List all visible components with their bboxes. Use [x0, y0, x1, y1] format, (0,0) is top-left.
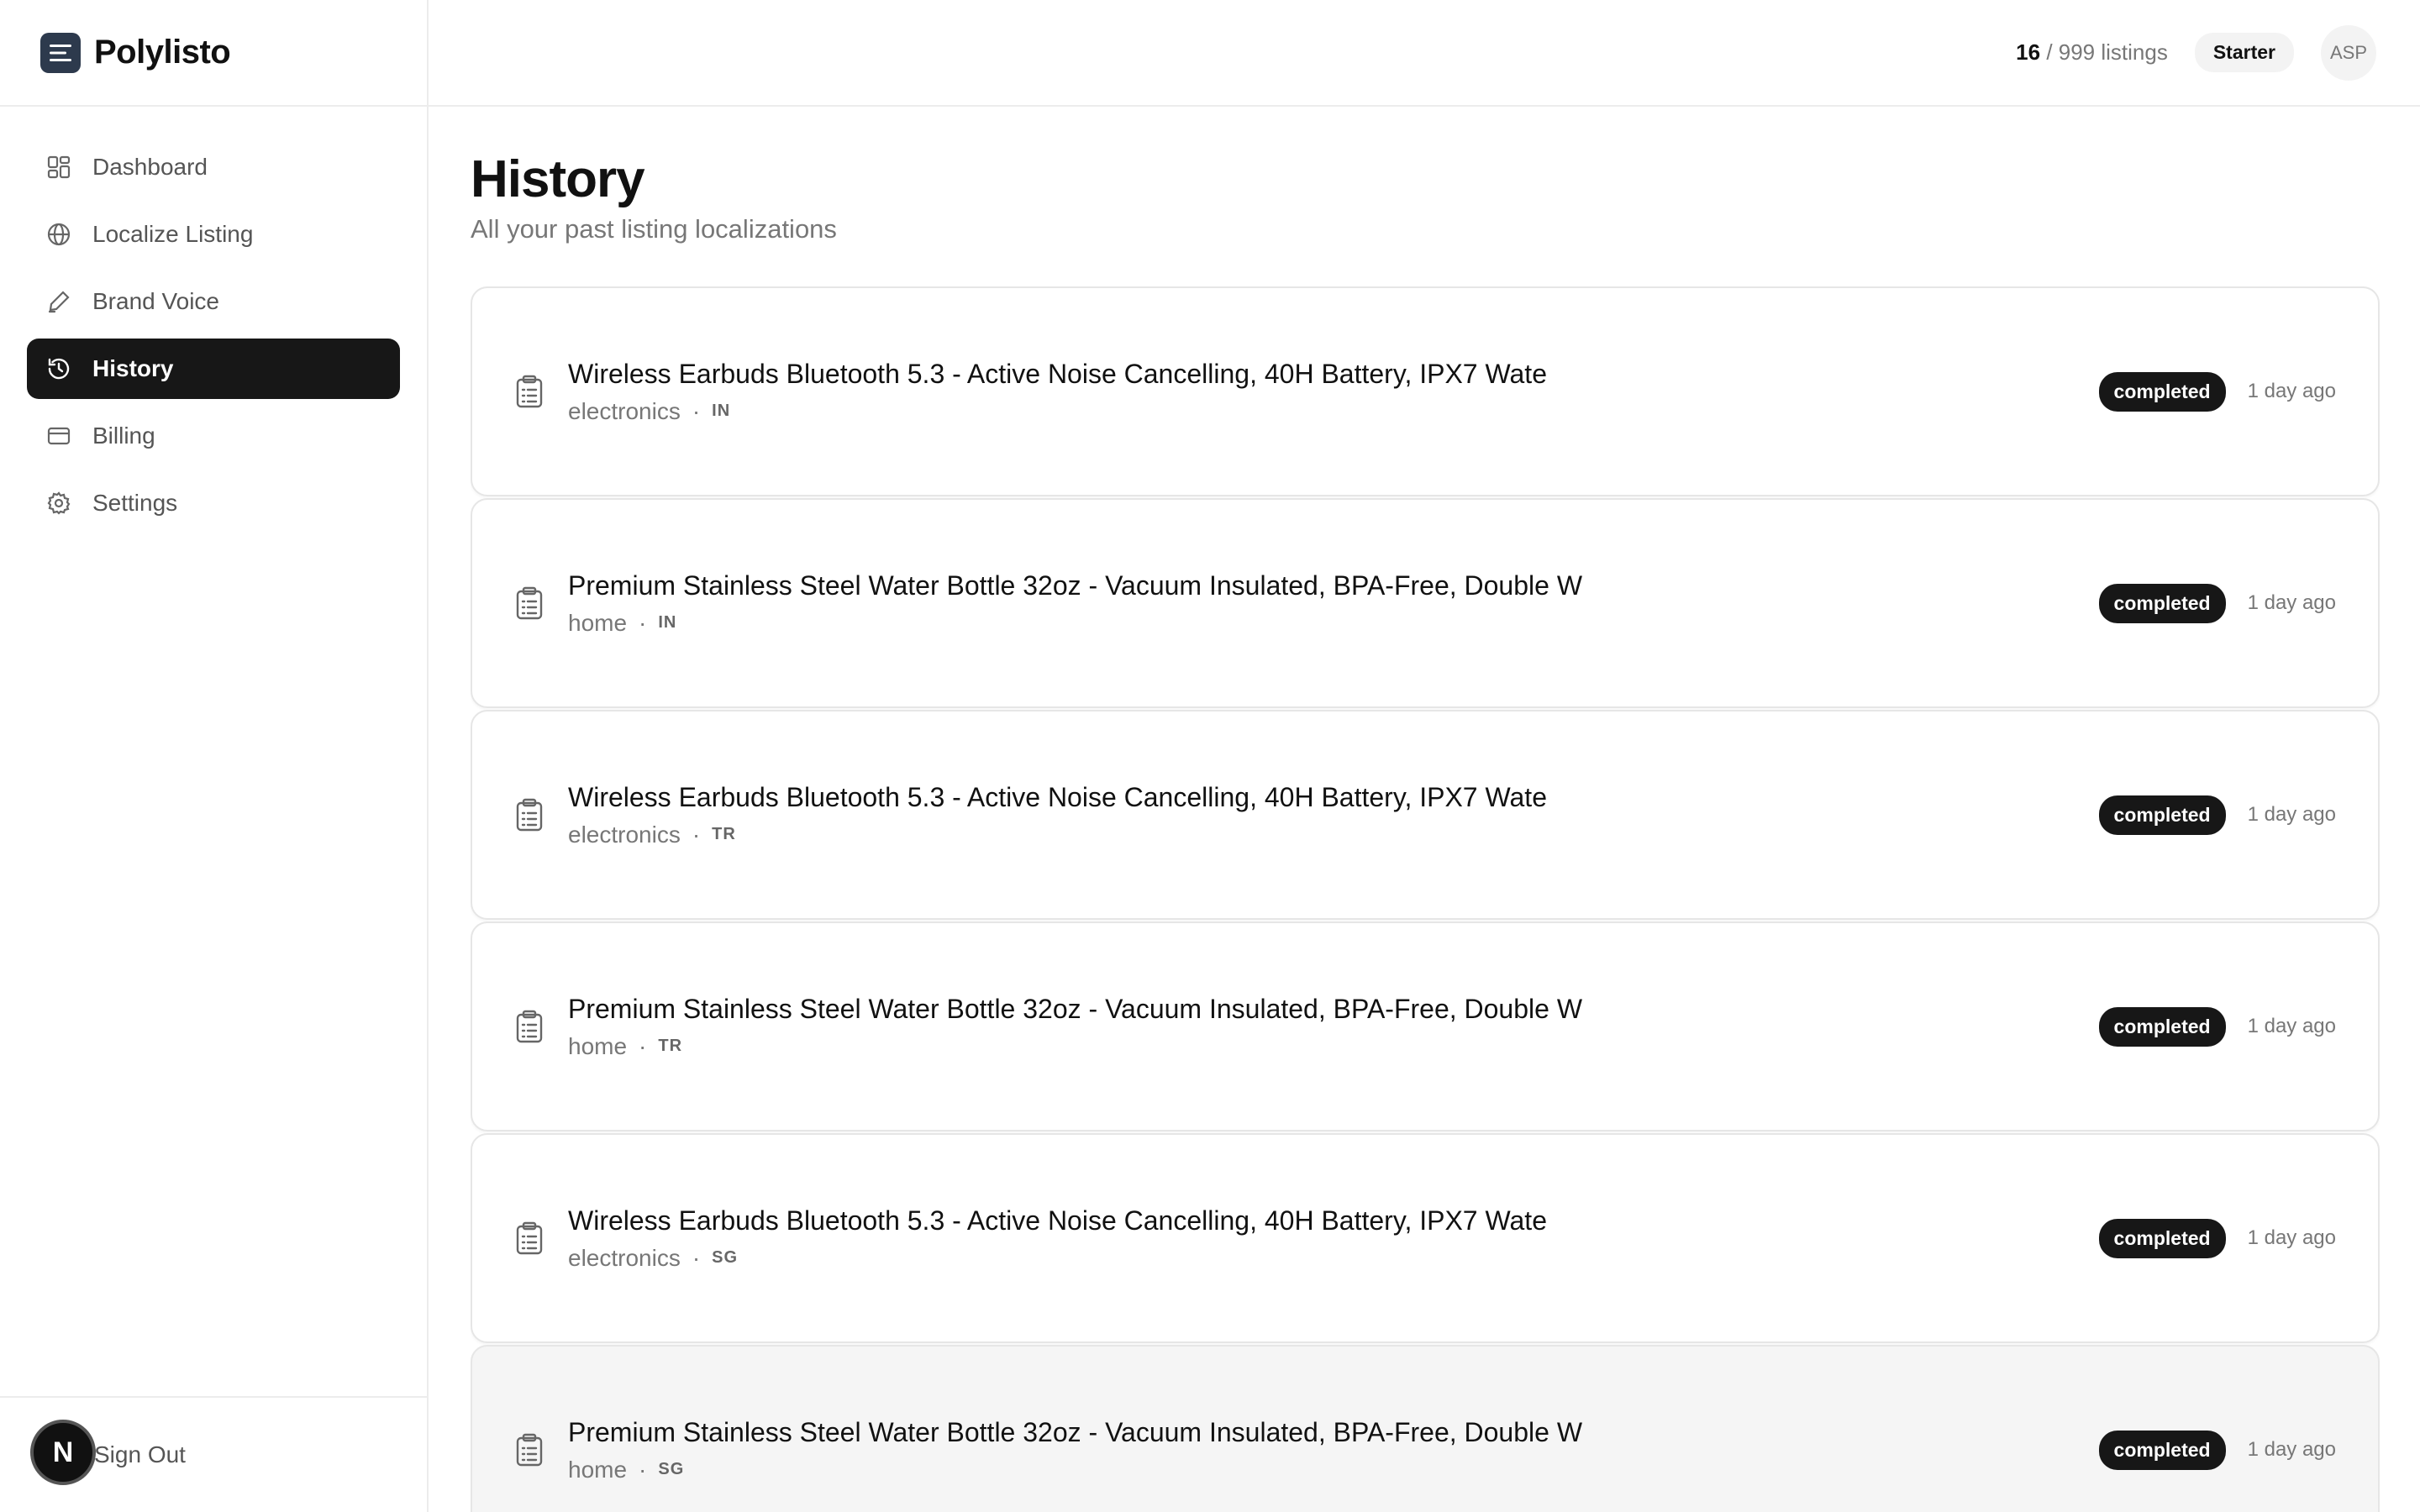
listing-title: Premium Stainless Steel Water Bottle 32o… [568, 993, 1583, 1024]
history-row[interactable]: Wireless Earbuds Bluetooth 5.3 - Active … [471, 710, 2380, 920]
brand-name: Polylisto [94, 34, 231, 71]
plan-badge[interactable]: Starter [2194, 33, 2294, 72]
listing-market: SG [712, 1248, 739, 1267]
meta-separator: · [692, 821, 701, 848]
dashboard-grid-icon [45, 154, 72, 181]
top-header: 16 / 999 listings Starter ASP [429, 0, 2420, 107]
status-badge: completed [2098, 583, 2226, 623]
user-avatar[interactable]: ASP [2321, 24, 2376, 81]
listing-title: Wireless Earbuds Bluetooth 5.3 - Active … [568, 358, 1547, 389]
listing-title: Wireless Earbuds Bluetooth 5.3 - Active … [568, 1205, 1547, 1236]
credit-card-icon [45, 423, 72, 449]
history-row-text: Premium Stainless Steel Water Bottle 32o… [568, 570, 2099, 637]
listing-usage-counter: 16 / 999 listings [2016, 39, 2168, 66]
listing-meta: home · IN [568, 610, 2099, 637]
listing-title: Premium Stainless Steel Water Bottle 32o… [568, 1416, 1583, 1447]
gear-icon [45, 490, 72, 517]
status-badge: completed [2098, 371, 2226, 412]
meta-separator: · [639, 1456, 647, 1483]
sidebar-item-label: Dashboard [92, 154, 208, 180]
listing-market: IN [712, 402, 731, 420]
listing-meta: home · TR [568, 1033, 2099, 1060]
listing-time: 1 day ago [2247, 803, 2336, 826]
listing-category: home [568, 1456, 628, 1483]
listing-title: Premium Stainless Steel Water Bottle 32o… [568, 570, 1583, 601]
sidebar-item-settings[interactable]: Settings [27, 473, 400, 533]
sidebar: Polylisto Dashboard Localize Listing Bra… [0, 0, 429, 1512]
sidebar-nav: Dashboard Localize Listing Brand Voice H… [0, 107, 427, 533]
history-row-text: Wireless Earbuds Bluetooth 5.3 - Active … [568, 782, 2099, 848]
listing-market: TR [712, 825, 736, 843]
status-badge: completed [2098, 795, 2226, 835]
sidebar-item-brand-voice[interactable]: Brand Voice [27, 271, 400, 332]
clipboard-list-icon [513, 1221, 546, 1255]
listing-category: electronics [568, 1244, 681, 1271]
main-content: History All your past listing localizati… [471, 108, 2380, 1512]
status-badge: completed [2098, 1006, 2226, 1047]
history-row-text: Premium Stainless Steel Water Bottle 32o… [568, 994, 2099, 1060]
meta-separator: · [692, 1244, 701, 1271]
menu-logo-icon [40, 32, 81, 73]
listing-meta: electronics · TR [568, 822, 2099, 848]
listing-time: 1 day ago [2247, 380, 2336, 402]
history-row[interactable]: Wireless Earbuds Bluetooth 5.3 - Active … [471, 286, 2380, 496]
listing-market: SG [658, 1460, 685, 1478]
listing-meta: home · SG [568, 1457, 2099, 1483]
usage-rest: / 999 listings [2046, 39, 2168, 65]
sidebar-item-label: History [92, 355, 174, 381]
usage-used: 16 [2016, 39, 2041, 65]
listing-time: 1 day ago [2247, 591, 2336, 614]
n-badge-icon[interactable]: N [30, 1420, 96, 1485]
sidebar-item-localize-listing[interactable]: Localize Listing [27, 204, 400, 265]
sign-out-label: Sign Out [94, 1441, 186, 1467]
pen-icon [45, 288, 72, 315]
listing-title: Wireless Earbuds Bluetooth 5.3 - Active … [568, 781, 1547, 812]
listing-category: home [568, 1032, 628, 1059]
sidebar-item-label: Settings [92, 490, 178, 516]
listing-category: electronics [568, 821, 681, 848]
listing-category: electronics [568, 397, 681, 424]
listing-market: IN [658, 613, 677, 632]
listing-meta: electronics · SG [568, 1245, 2099, 1272]
history-list: Wireless Earbuds Bluetooth 5.3 - Active … [471, 286, 2380, 1512]
listing-time: 1 day ago [2247, 1438, 2336, 1461]
globe-icon [45, 221, 72, 248]
clipboard-list-icon [513, 798, 546, 832]
meta-separator: · [639, 609, 647, 636]
listing-time: 1 day ago [2247, 1226, 2336, 1249]
status-badge: completed [2098, 1430, 2226, 1470]
history-icon [45, 355, 72, 382]
history-row-text: Premium Stainless Steel Water Bottle 32o… [568, 1417, 2099, 1483]
listing-category: home [568, 609, 628, 636]
history-row[interactable]: Premium Stainless Steel Water Bottle 32o… [471, 921, 2380, 1131]
page-subtitle: All your past listing localizations [471, 214, 837, 244]
history-row[interactable]: Wireless Earbuds Bluetooth 5.3 - Active … [471, 1133, 2380, 1343]
clipboard-list-icon [513, 1010, 546, 1043]
sidebar-item-billing[interactable]: Billing [27, 406, 400, 466]
clipboard-list-icon [513, 586, 546, 620]
sidebar-item-label: Billing [92, 423, 155, 449]
sidebar-item-history[interactable]: History [27, 339, 400, 399]
status-badge: completed [2098, 1218, 2226, 1258]
listing-time: 1 day ago [2247, 1015, 2336, 1037]
clipboard-list-icon [513, 375, 546, 408]
sidebar-item-dashboard[interactable]: Dashboard [27, 137, 400, 197]
history-row-text: Wireless Earbuds Bluetooth 5.3 - Active … [568, 359, 2099, 425]
listing-market: TR [658, 1037, 683, 1055]
history-row[interactable]: Premium Stainless Steel Water Bottle 32o… [471, 498, 2380, 708]
history-row-text: Wireless Earbuds Bluetooth 5.3 - Active … [568, 1205, 2099, 1272]
brand[interactable]: Polylisto [0, 0, 427, 107]
sign-out-button[interactable]: N Sign Out [0, 1396, 427, 1512]
meta-separator: · [692, 397, 701, 424]
sidebar-item-label: Brand Voice [92, 288, 219, 314]
page-title: History [471, 150, 645, 208]
clipboard-list-icon [513, 1433, 546, 1467]
listing-meta: electronics · IN [568, 398, 2099, 425]
history-row[interactable]: Premium Stainless Steel Water Bottle 32o… [471, 1345, 2380, 1512]
meta-separator: · [639, 1032, 647, 1059]
sidebar-item-label: Localize Listing [92, 221, 254, 247]
